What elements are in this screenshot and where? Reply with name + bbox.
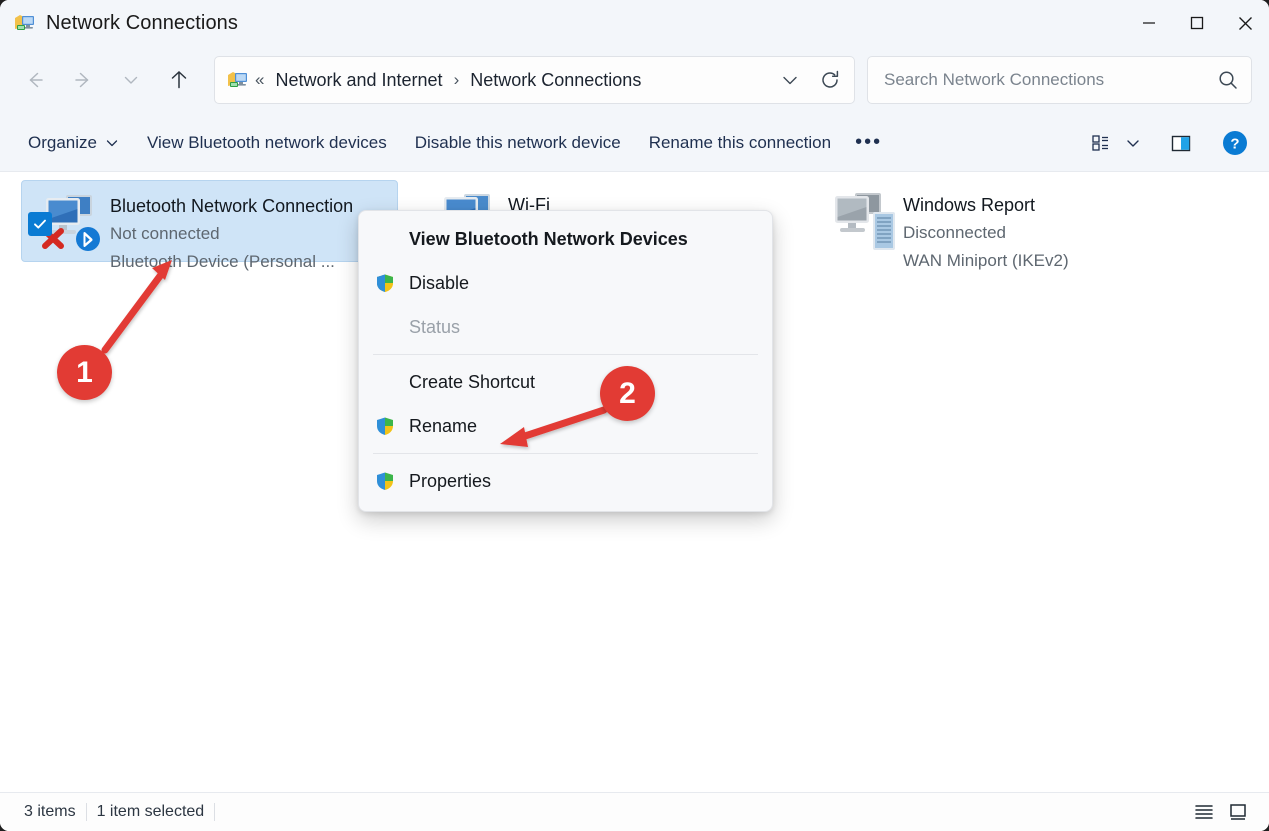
title-bar: Network Connections	[0, 0, 1269, 46]
uac-shield-icon	[375, 471, 401, 491]
context-menu-item-label: Create Shortcut	[409, 371, 536, 392]
svg-text:?: ?	[1230, 135, 1239, 152]
more-options-label: •••	[855, 131, 883, 153]
context-menu-item-view-bluetooth-network-devices[interactable]: View Bluetooth Network Devices	[363, 217, 768, 261]
disable-this-network-device-button[interactable]: Disable this network device	[401, 123, 635, 163]
organize-button[interactable]: Organize	[14, 123, 133, 163]
context-menu-item-label: View Bluetooth Network Devices	[409, 228, 688, 249]
context-menu-item-status: Status	[363, 305, 768, 349]
list-item[interactable]: Windows Report Disconnected WAN Miniport…	[815, 180, 1192, 270]
rename-this-connection-button[interactable]: Rename this connection	[635, 123, 845, 163]
organize-label: Organize	[28, 132, 97, 152]
chevron-down-icon	[105, 136, 119, 150]
recent-locations-chevron-down-icon[interactable]	[111, 60, 151, 100]
connection-device: Bluetooth Device (Personal ...	[110, 252, 335, 271]
uac-shield-icon	[375, 416, 401, 436]
list-item-text: Bluetooth Network Connection Not connect…	[110, 189, 353, 276]
context-menu-item-rename[interactable]: Rename	[363, 404, 768, 448]
wan-miniport-icon	[825, 188, 903, 254]
network-connections-icon	[14, 12, 36, 34]
up-arrow-icon[interactable]	[159, 60, 199, 100]
status-bar: 3 items 1 item selected	[0, 792, 1269, 831]
details-view-icon	[1194, 803, 1214, 821]
more-options-button[interactable]: •••	[845, 123, 892, 163]
details-pane-icon	[1169, 132, 1193, 154]
maximize-button[interactable]	[1173, 0, 1221, 46]
close-button[interactable]	[1221, 0, 1269, 46]
title-bar-left: Network Connections	[0, 12, 1125, 35]
navigation-bar: « Network and Internet › Network Connect…	[0, 46, 1269, 114]
address-bar[interactable]: « Network and Internet › Network Connect…	[214, 56, 855, 104]
status-divider	[214, 803, 216, 821]
context-menu-item-label: Status	[409, 316, 461, 337]
search-box[interactable]	[867, 56, 1252, 104]
window-title: Network Connections	[46, 11, 238, 34]
context-menu-separator	[373, 453, 758, 454]
selection-checkbox[interactable]	[28, 212, 52, 236]
view-bluetooth-network-devices-button[interactable]: View Bluetooth network devices	[133, 123, 401, 163]
context-menu-item-label: Properties	[409, 470, 492, 491]
breadcrumb-overflow[interactable]: «	[249, 70, 270, 90]
refresh-icon[interactable]	[810, 60, 850, 100]
search-icon[interactable]	[1217, 69, 1239, 91]
breadcrumb-separator: ›	[453, 70, 460, 89]
details-view-button[interactable]	[1187, 797, 1221, 827]
context-menu-item-properties[interactable]: Properties	[363, 459, 768, 503]
context-menu-item-label: Rename	[409, 415, 478, 436]
connection-name: Bluetooth Network Connection	[110, 196, 354, 216]
help-button[interactable]: ?	[1215, 123, 1255, 163]
connection-name: Windows Report	[903, 195, 1036, 215]
window-controls	[1125, 0, 1269, 46]
minimize-button[interactable]	[1125, 0, 1173, 46]
connection-status: Not connected	[110, 224, 220, 243]
large-icons-view-button[interactable]	[1221, 797, 1255, 827]
chevron-down-icon	[1117, 135, 1141, 151]
connection-device: WAN Miniport (IKEv2)	[903, 251, 1069, 270]
chevron-down-icon[interactable]	[770, 60, 810, 100]
uac-shield-icon	[375, 273, 401, 293]
context-menu: View Bluetooth Network Devices Disable S…	[358, 210, 773, 512]
network-connections-window: Network Connections « Network and Intern…	[0, 0, 1269, 831]
large-icons-view-icon	[1228, 803, 1248, 821]
view-options-button[interactable]	[1085, 123, 1147, 163]
list-item[interactable]: Bluetooth Network Connection Not connect…	[21, 180, 398, 271]
item-count-label: 3 items	[24, 803, 76, 820]
search-input[interactable]	[884, 70, 1217, 90]
command-bar: Organize View Bluetooth network devices …	[0, 114, 1269, 172]
selection-count-label: 1 item selected	[96, 803, 205, 820]
annotation-marker-1: 1	[57, 345, 112, 400]
annotation-marker-2: 2	[600, 366, 655, 421]
context-menu-separator	[373, 354, 758, 355]
details-pane-button[interactable]	[1161, 123, 1201, 163]
forward-arrow-icon[interactable]	[63, 60, 103, 100]
help-icon: ?	[1222, 130, 1248, 156]
breadcrumb-network-connections[interactable]: Network Connections	[465, 66, 646, 95]
breadcrumb-network-and-internet[interactable]: Network and Internet	[270, 66, 447, 95]
context-menu-item-disable[interactable]: Disable	[363, 261, 768, 305]
back-arrow-icon[interactable]	[15, 60, 55, 100]
context-menu-item-label: Disable	[409, 272, 470, 293]
list-item-text: Windows Report Disconnected WAN Miniport…	[903, 188, 1069, 275]
connection-status: Disconnected	[903, 223, 1007, 242]
context-menu-item-create-shortcut[interactable]: Create Shortcut	[363, 360, 768, 404]
nav-button-group	[0, 60, 199, 100]
view-layout-icon	[1091, 132, 1113, 154]
address-bar-icon	[227, 69, 249, 91]
